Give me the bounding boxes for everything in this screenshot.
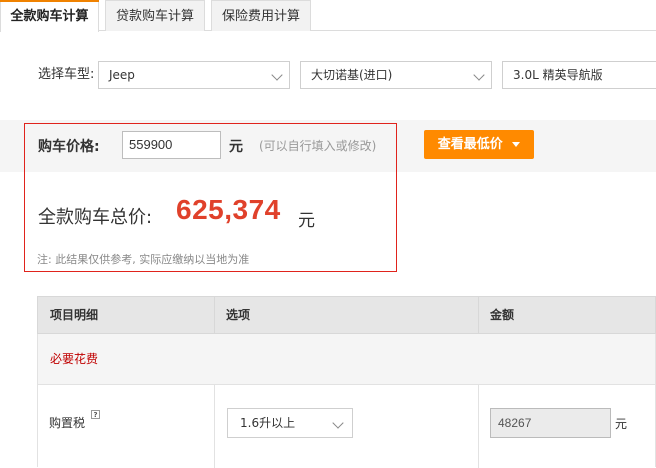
- active-tab-indicator: [0, 0, 99, 2]
- lowest-price-button[interactable]: 查看最低价: [424, 130, 534, 159]
- column-divider: [214, 385, 215, 468]
- tab-insurance[interactable]: 保险费用计算: [211, 0, 311, 31]
- total-price-label: 全款购车总价:: [38, 207, 153, 228]
- purchase-tax-label: 购置税: [49, 416, 86, 430]
- price-unit: 元: [229, 139, 243, 155]
- chevron-down-icon: [473, 69, 485, 81]
- select-model-label: 选择车型:: [38, 67, 95, 82]
- section-row: [37, 334, 656, 384]
- model-select-value: 3.0L 精英导航版: [513, 68, 603, 82]
- price-hint: (可以自行填入或修改): [259, 139, 377, 153]
- brand-select-value: Jeep: [109, 68, 135, 82]
- chevron-down-icon: [332, 417, 344, 429]
- series-select-value: 大切诺基(进口): [311, 68, 393, 82]
- header-amount: 金额: [490, 308, 515, 322]
- tab-loan-payment[interactable]: 贷款购车计算: [105, 0, 205, 31]
- table-header: 项目明细 选项 金额: [37, 296, 656, 334]
- price-label: 购车价格:: [38, 139, 100, 155]
- displacement-select[interactable]: 1.6升以上: [227, 408, 353, 438]
- header-option: 选项: [226, 308, 251, 322]
- lowest-price-button-label: 查看最低价: [437, 137, 503, 152]
- total-price-value: 625,374: [176, 194, 281, 225]
- column-divider: [478, 385, 479, 468]
- price-input[interactable]: 559900: [122, 131, 221, 159]
- question-icon[interactable]: ?: [91, 410, 100, 419]
- displacement-select-value: 1.6升以上: [240, 416, 296, 430]
- purchase-tax-unit: 元: [615, 417, 628, 431]
- tab-full-payment[interactable]: 全款购车计算: [0, 0, 99, 32]
- model-select[interactable]: 3.0L 精英导航版: [502, 61, 656, 89]
- total-price-unit: 元: [298, 211, 315, 231]
- section-label: 必要花费: [50, 352, 99, 366]
- chevron-down-icon: [271, 69, 283, 81]
- header-item: 项目明细: [50, 308, 99, 322]
- purchase-tax-amount: 48267: [490, 408, 611, 438]
- series-select[interactable]: 大切诺基(进口): [300, 61, 492, 89]
- caret-down-icon: [512, 142, 521, 147]
- disclaimer-note: 注: 此结果仅供参考, 实际应缴纳以当地为准: [37, 253, 250, 266]
- brand-select[interactable]: Jeep: [98, 61, 290, 89]
